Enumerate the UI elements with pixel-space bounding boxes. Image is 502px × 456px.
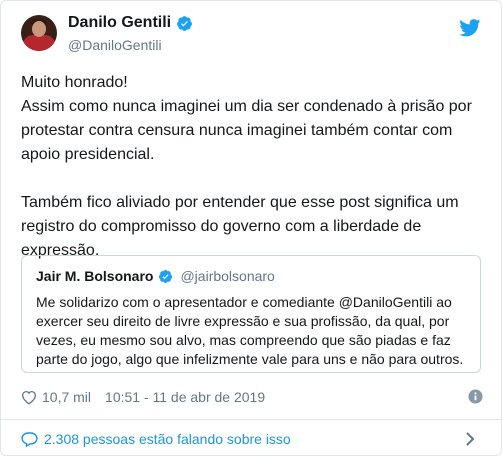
quoted-author-handle[interactable]: @jairbolsonaro (180, 268, 274, 284)
tweet-paragraph: Muito honrado! (21, 74, 128, 91)
quoted-tweet-text: Me solidarizo com o apresentador e comed… (36, 294, 464, 367)
divider (1, 419, 501, 420)
author-name-row[interactable]: Danilo Gentili (68, 14, 193, 32)
conversation-link[interactable]: 2.308 pessoas estão falando sobre isso (21, 429, 483, 449)
tweet-paragraph: Assim como nunca imaginei um dia ser con… (21, 98, 472, 163)
chevron-right-icon[interactable] (465, 431, 475, 447)
tweet-timestamp[interactable]: 10:51 - 11 de abr de 2019 (105, 389, 265, 405)
quoted-author-name[interactable]: Jair M. Bolsonaro (36, 268, 153, 284)
twitter-bird-icon[interactable] (459, 19, 481, 37)
verified-badge-icon (159, 269, 173, 283)
tweet-paragraph: Também fico aliviado por entender que es… (21, 194, 459, 259)
tweet-card[interactable]: Danilo Gentili @DaniloGentili Muito honr… (0, 0, 502, 456)
heart-icon[interactable] (21, 390, 37, 405)
speech-bubble-icon (21, 432, 38, 447)
author-display-name[interactable]: Danilo Gentili (68, 14, 171, 32)
like-count[interactable]: 10,7 mil (42, 389, 91, 405)
conversation-count-label[interactable]: 2.308 pessoas estão falando sobre isso (44, 431, 291, 447)
verified-badge-icon (177, 15, 193, 31)
info-icon[interactable] (468, 389, 483, 404)
author-handle[interactable]: @DaniloGentili (68, 37, 162, 53)
tweet-meta: 10,7 mil 10:51 - 11 de abr de 2019 (21, 387, 483, 407)
quoted-tweet-header[interactable]: Jair M. Bolsonaro @jairbolsonaro (36, 268, 275, 284)
avatar[interactable] (21, 15, 57, 51)
tweet-text: Muito honrado! Assim como nunca imaginei… (21, 71, 483, 263)
quoted-tweet[interactable]: Jair M. Bolsonaro @jairbolsonaro Me soli… (21, 255, 481, 373)
